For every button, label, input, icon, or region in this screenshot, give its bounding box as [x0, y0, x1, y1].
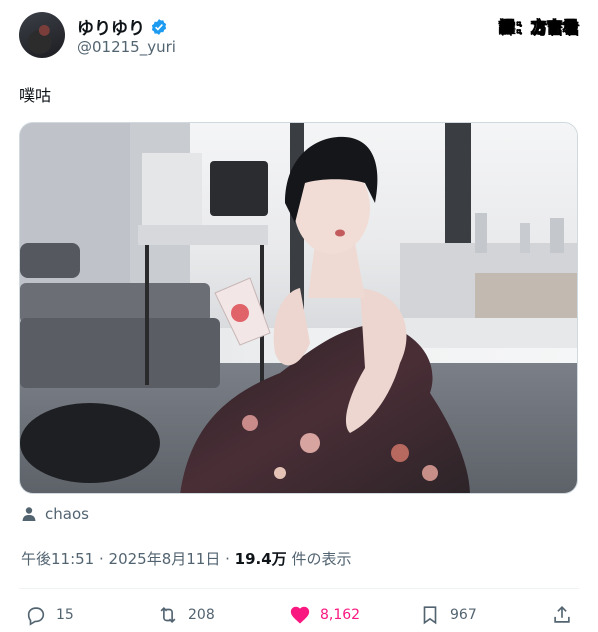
- like-button[interactable]: 8,162: [289, 604, 360, 626]
- person-icon: [22, 507, 36, 521]
- views-label: 件の表示: [286, 550, 352, 568]
- retweet-button[interactable]: 208: [157, 604, 215, 626]
- bookmark-button[interactable]: 967: [419, 604, 477, 626]
- location[interactable]: chaos: [21, 505, 89, 523]
- tweet-meta: 午後11:51 · 2025年8月11日 · 19.4万 件の表示: [21, 548, 351, 569]
- tweet-header: ゆりゆり @01215_yuri 譯：方吉君: [19, 10, 579, 62]
- tweet-time[interactable]: 午後11:51: [21, 550, 94, 568]
- share-icon: [554, 606, 570, 623]
- reply-count: 15: [56, 607, 74, 623]
- retweet-icon: [160, 606, 176, 624]
- tweet-photo[interactable]: [19, 122, 578, 494]
- like-count: 8,162: [320, 607, 361, 623]
- user-handle[interactable]: @01215_yuri: [77, 38, 176, 56]
- display-name[interactable]: ゆりゆり: [77, 14, 145, 39]
- translator-tag: 譯：方吉君: [498, 18, 579, 37]
- tweet-text: 噗咕: [19, 86, 52, 105]
- location-label: chaos: [45, 505, 89, 523]
- avatar[interactable]: [19, 12, 65, 58]
- heart-icon: [290, 606, 310, 624]
- divider: [19, 588, 579, 589]
- retweet-count: 208: [188, 607, 215, 623]
- photo-illustration: [20, 123, 577, 493]
- meta-separator: ·: [220, 550, 235, 568]
- tweet-date[interactable]: 2025年8月11日: [109, 550, 221, 568]
- meta-separator: ·: [94, 550, 109, 568]
- bookmark-icon: [423, 606, 437, 625]
- action-bar: 15 208 8,162 967: [19, 604, 579, 632]
- share-button[interactable]: [551, 604, 573, 626]
- name-row: ゆりゆり: [77, 14, 168, 39]
- verified-badge-icon: [151, 18, 167, 35]
- reply-icon: [27, 607, 45, 626]
- views-count: 19.4万: [234, 550, 287, 568]
- reply-button[interactable]: 15: [25, 604, 74, 626]
- bookmark-count: 967: [450, 607, 477, 623]
